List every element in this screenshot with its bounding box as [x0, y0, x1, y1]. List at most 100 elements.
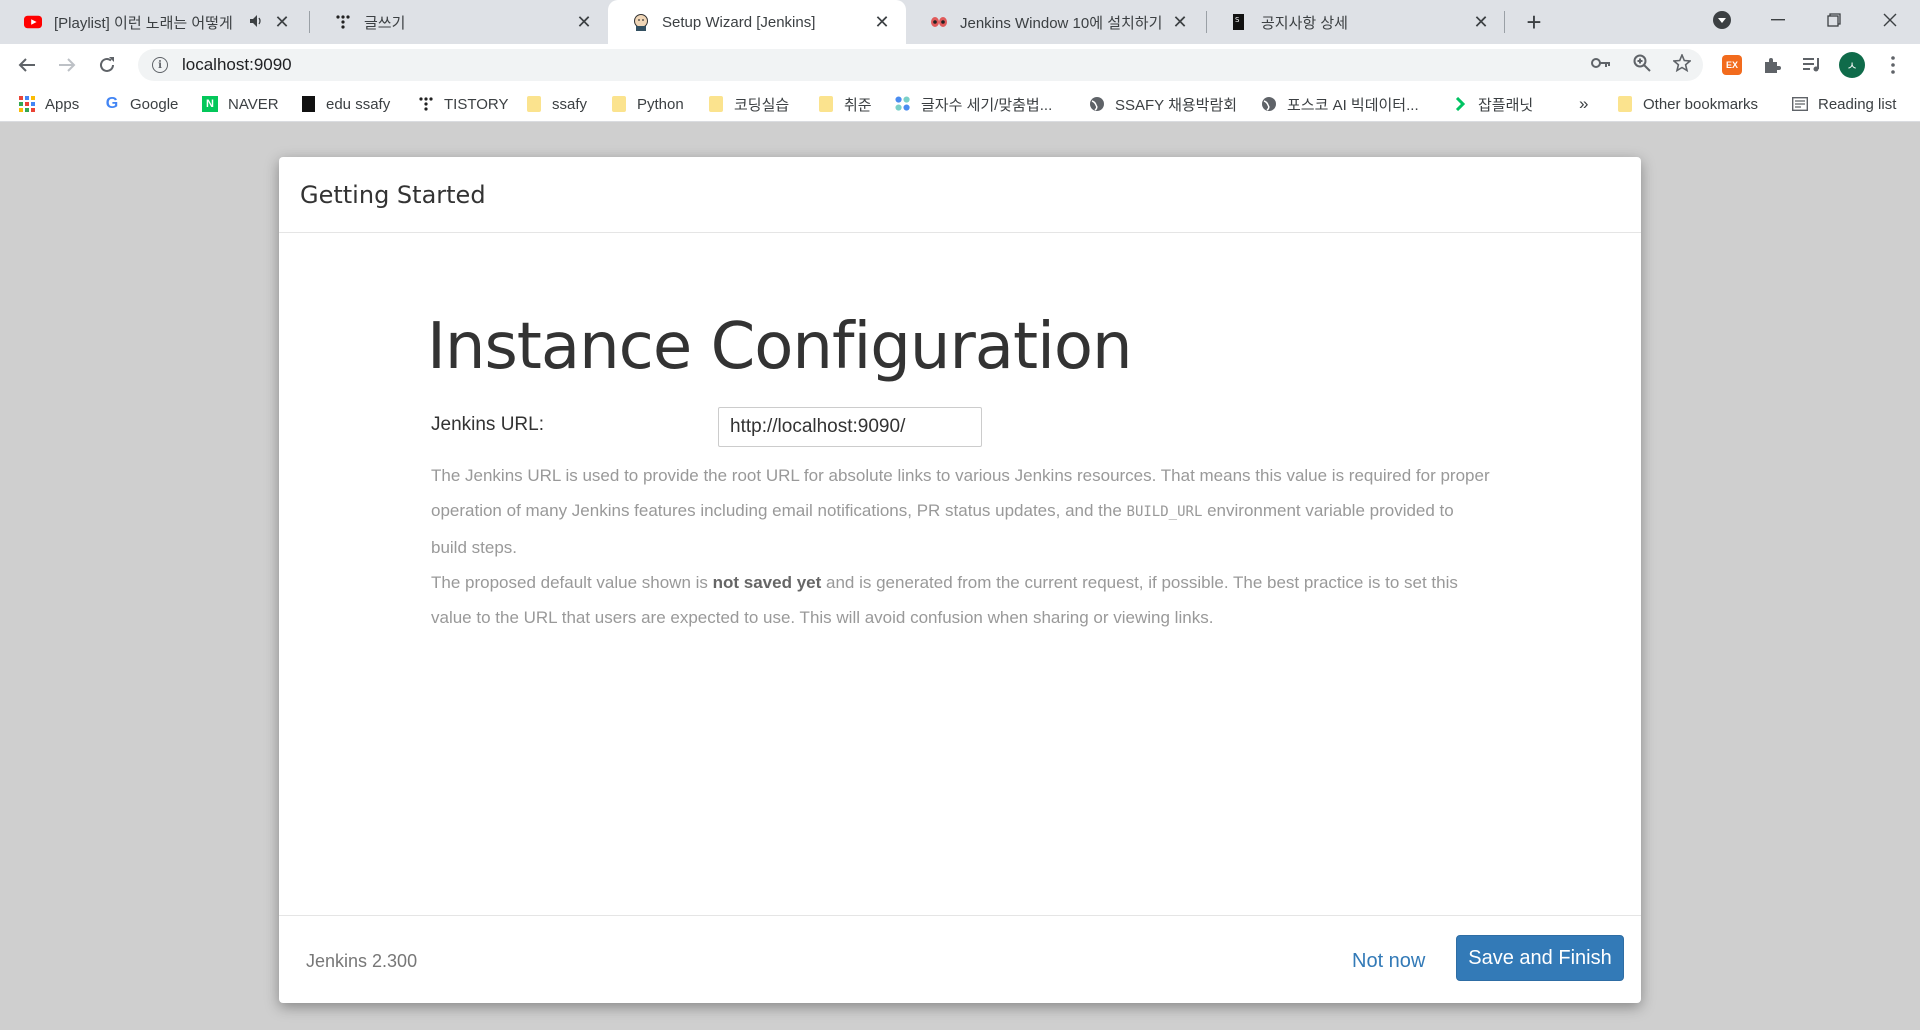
bookmark-folder-coding[interactable]: 코딩실습	[708, 86, 789, 122]
help-text: The Jenkins URL is used to provide the r…	[431, 458, 1491, 635]
google-icon: G	[105, 95, 119, 112]
close-icon[interactable]: ✕	[1170, 12, 1190, 32]
bookmark-ssafy-fair[interactable]: SSAFY 채용박람회	[1089, 86, 1237, 122]
bookmark-jobplanet[interactable]: 잡플래닛	[1452, 86, 1533, 122]
tab-setup-wizard[interactable]: Setup Wizard [Jenkins] ✕	[608, 0, 906, 44]
close-icon[interactable]: ✕	[1471, 12, 1491, 32]
folder-icon	[818, 96, 834, 112]
bookmark-label: ssafy	[552, 95, 588, 113]
new-tab-button[interactable]: +	[1520, 7, 1548, 37]
help-paragraph-2: The proposed default value shown is not …	[431, 565, 1491, 635]
bookmark-label: 코딩실습	[734, 96, 790, 114]
tab-title: [Playlist] 이런 노래는 어떻게	[54, 14, 233, 32]
tab-title: 글쓰기	[364, 14, 406, 32]
reload-button[interactable]	[93, 51, 121, 79]
globe-icon	[1089, 96, 1105, 112]
menu-kebab-icon[interactable]	[1880, 52, 1906, 78]
close-window-button[interactable]	[1862, 0, 1918, 40]
minimize-icon	[1771, 19, 1785, 21]
velog-icon	[930, 13, 948, 31]
bookmark-label: NAVER	[228, 95, 279, 113]
not-saved-emphasis: not saved yet	[712, 573, 822, 592]
close-icon[interactable]: ✕	[272, 12, 292, 32]
dialog-footer: Jenkins 2.300 Not now Save and Finish	[279, 915, 1641, 1003]
tistory-icon	[418, 96, 434, 112]
tab-notice[interactable]: S 공지사항 상세 ✕	[1207, 0, 1505, 44]
forward-button[interactable]	[53, 51, 81, 79]
bookmark-label: edu ssafy	[326, 95, 391, 113]
media-queue-icon[interactable]	[1799, 52, 1825, 78]
bookmark-folder-python[interactable]: Python	[611, 86, 684, 122]
close-icon	[1883, 13, 1897, 27]
info-icon[interactable]: i	[152, 57, 168, 73]
tab-write[interactable]: 글쓰기 ✕	[310, 0, 608, 44]
tab-jenkins-install[interactable]: Jenkins Window 10에 설치하기 ✕	[906, 0, 1204, 44]
tab-title: Setup Wizard [Jenkins]	[662, 13, 816, 31]
bookmark-label: 취준	[844, 96, 872, 114]
bookmark-naver[interactable]: N NAVER	[202, 86, 279, 122]
tab-youtube[interactable]: [Playlist] 이런 노래는 어떻게 ✕	[0, 0, 306, 44]
not-now-button[interactable]: Not now	[1352, 946, 1425, 976]
jenkins-version: Jenkins 2.300	[306, 951, 418, 971]
browser-toolbar: i localhost:9090 EX ㅅ	[0, 44, 1920, 86]
bookmark-folder-job[interactable]: 취준	[818, 86, 872, 122]
address-url[interactable]: localhost:9090	[182, 55, 292, 75]
jenkins-icon	[632, 13, 650, 31]
bookmark-other[interactable]: Other bookmarks	[1617, 86, 1758, 122]
back-button[interactable]	[13, 51, 41, 79]
setup-wizard-dialog: Getting Started Instance Configuration J…	[279, 157, 1641, 1003]
reading-list-button[interactable]: Reading list	[1792, 86, 1896, 122]
bookmark-label: Apps	[45, 95, 80, 113]
key-icon[interactable]	[1590, 52, 1612, 74]
save-and-finish-button[interactable]: Save and Finish	[1456, 935, 1624, 981]
close-icon[interactable]: ✕	[574, 12, 594, 32]
tab-title: 공지사항 상세	[1261, 14, 1348, 32]
star-icon[interactable]	[1671, 52, 1693, 74]
speaker-icon[interactable]	[250, 14, 264, 30]
svg-text:S: S	[1235, 16, 1240, 24]
profile-avatar[interactable]: ㅅ	[1839, 52, 1865, 78]
globe-icon	[1261, 96, 1277, 112]
extensions-puzzle-icon[interactable]	[1759, 52, 1785, 78]
extension-badge: EX	[1722, 55, 1742, 75]
minimize-button[interactable]	[1750, 0, 1806, 40]
reload-icon	[100, 57, 114, 72]
apps-grid-icon	[19, 96, 35, 112]
forward-arrow-icon	[59, 58, 76, 72]
address-bar[interactable]: i localhost:9090	[138, 49, 1703, 81]
tistory-icon	[334, 13, 352, 31]
tab-strip: [Playlist] 이런 노래는 어떻게 ✕ 글쓰기 ✕ Setup Wiza…	[0, 0, 1920, 44]
bookmarks-overflow-button[interactable]: »	[1579, 86, 1588, 122]
reading-list-icon	[1792, 96, 1808, 112]
bookmark-folder-ssafy[interactable]: ssafy	[526, 86, 587, 122]
help-paragraph-1: The Jenkins URL is used to provide the r…	[431, 458, 1491, 565]
bookmark-label: Reading list	[1818, 95, 1897, 113]
dots-icon	[895, 96, 911, 112]
jenkins-url-input[interactable]	[718, 407, 982, 447]
help-text-part: The proposed default value shown is	[431, 573, 713, 592]
bookmark-label: Google	[130, 95, 179, 113]
bookmark-label: 글자수 세기/맞춤법...	[921, 96, 1053, 114]
close-icon[interactable]: ✕	[872, 12, 892, 32]
ssafy-icon: S	[1231, 13, 1249, 31]
tab-search-button[interactable]	[1694, 0, 1750, 40]
zoom-icon[interactable]	[1631, 52, 1653, 74]
bookmark-tistory[interactable]: TISTORY	[418, 86, 508, 122]
bookmark-google[interactable]: G Google	[104, 86, 179, 122]
folder-icon	[1617, 96, 1633, 112]
bookmark-word-count[interactable]: 글자수 세기/맞춤법...	[895, 86, 1052, 122]
restore-icon	[1827, 13, 1841, 27]
tab-divider	[1504, 11, 1505, 33]
bookmark-apps[interactable]: Apps	[19, 86, 79, 122]
ssafy-icon	[300, 96, 316, 112]
extension-ex-icon[interactable]: EX	[1719, 52, 1745, 78]
bookmarks-bar: Apps G Google N NAVER edu ssafy TISTORY …	[0, 86, 1920, 122]
dialog-title: Getting Started	[300, 180, 486, 209]
bookmark-posco[interactable]: 포스코 AI 빅데이터...	[1261, 86, 1419, 122]
tab-title: Jenkins Window 10에 설치하기	[960, 14, 1163, 32]
back-arrow-icon	[18, 58, 35, 72]
page-title: Instance Configuration	[427, 310, 1133, 384]
bookmark-edu-ssafy[interactable]: edu ssafy	[300, 86, 390, 122]
bookmark-label: SSAFY 채용박람회	[1115, 96, 1238, 114]
restore-button[interactable]	[1806, 0, 1862, 40]
